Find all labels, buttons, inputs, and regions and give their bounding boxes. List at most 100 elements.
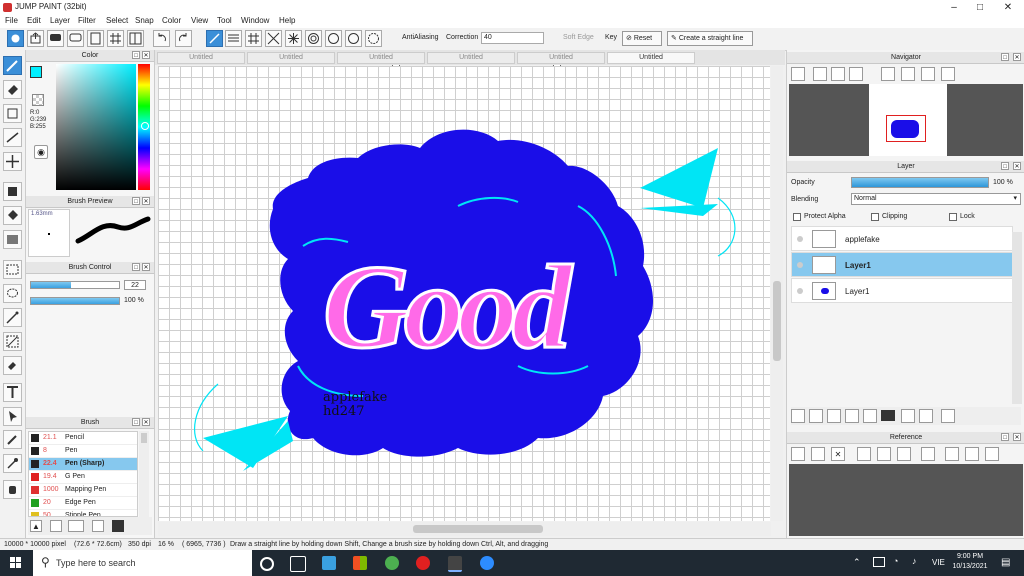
- layer-row[interactable]: Layer1: [791, 252, 1013, 277]
- chevron-up-icon[interactable]: ⌃: [853, 557, 861, 568]
- reference-view[interactable]: [789, 464, 1023, 536]
- volume-icon[interactable]: ♪: [912, 556, 917, 566]
- radial-ruler-button[interactable]: [285, 30, 302, 47]
- menu-window[interactable]: Window: [241, 16, 269, 25]
- panel-restore-icon[interactable]: □: [1001, 433, 1009, 441]
- tool-select-eraser[interactable]: [3, 356, 22, 375]
- folder-icon[interactable]: [112, 520, 124, 532]
- menu-color[interactable]: Color: [162, 16, 181, 25]
- clipping-checkbox[interactable]: [871, 213, 879, 221]
- curve-ruler-button[interactable]: [325, 30, 342, 47]
- reference-close-icon[interactable]: ✕: [831, 447, 845, 461]
- reference-zoom-out-icon[interactable]: [897, 447, 911, 461]
- main-color-swatch[interactable]: [30, 66, 42, 78]
- brush-item[interactable]: 19.4 G Pen: [29, 471, 137, 484]
- horizontal-scroll-thumb[interactable]: [413, 525, 543, 533]
- tool-bucket[interactable]: [3, 206, 22, 225]
- brush-size-value[interactable]: 22: [124, 280, 146, 290]
- add-brush-icon[interactable]: ▲: [30, 520, 42, 532]
- visibility-toggle-icon[interactable]: [797, 236, 803, 242]
- panel-restore-icon[interactable]: □: [1001, 162, 1009, 170]
- tool-operation[interactable]: [3, 407, 22, 426]
- folder-icon[interactable]: [881, 410, 895, 421]
- task-view-icon[interactable]: [290, 556, 306, 572]
- language-indicator[interactable]: VIE: [932, 558, 945, 567]
- tool-rectangle[interactable]: [3, 104, 22, 123]
- brush-settings-button[interactable]: [7, 30, 24, 47]
- halftone-layer-icon[interactable]: [863, 409, 877, 423]
- blending-select[interactable]: Normal ▾: [851, 193, 1021, 205]
- hue-handle[interactable]: [141, 122, 149, 130]
- tool-line[interactable]: [3, 128, 22, 147]
- vertical-scroll-thumb[interactable]: [773, 281, 781, 361]
- panel-restore-icon[interactable]: □: [132, 263, 140, 271]
- tab-untitled-6[interactable]: Untitled: [607, 52, 695, 64]
- color-saturation-field[interactable]: [56, 64, 136, 190]
- brush-item[interactable]: 21.1 Pencil: [29, 432, 137, 445]
- duplicate-layer-icon[interactable]: [901, 409, 915, 423]
- reference-fit-icon[interactable]: [877, 447, 891, 461]
- canvas-vertical-scrollbar[interactable]: [771, 66, 783, 521]
- menu-filter[interactable]: Filter: [78, 16, 96, 25]
- reference-folder-icon[interactable]: [811, 447, 825, 461]
- new-layer-icon[interactable]: [791, 409, 805, 423]
- reference-zoom-in-icon[interactable]: [857, 447, 871, 461]
- grid-ruler-button[interactable]: [245, 30, 262, 47]
- tab-untitled-2[interactable]: Untitled: [247, 52, 335, 64]
- store-icon[interactable]: [353, 556, 367, 570]
- protect-alpha-checkbox[interactable]: [793, 213, 801, 221]
- visibility-toggle-icon[interactable]: [797, 288, 803, 294]
- panel-close-icon[interactable]: ✕: [142, 51, 150, 59]
- clock[interactable]: 9:00 PM 10/13/2021: [950, 552, 990, 572]
- reference-eyedropper-icon[interactable]: [921, 447, 935, 461]
- layout-button[interactable]: [127, 30, 144, 47]
- tab-untitled-4[interactable]: Untitled: [427, 52, 515, 64]
- zoom-fit-icon[interactable]: [813, 67, 827, 81]
- palette-icon[interactable]: ◉: [34, 145, 48, 159]
- brush-opacity-slider[interactable]: [30, 297, 120, 305]
- rotate-right-icon[interactable]: [921, 67, 935, 81]
- tool-magic-wand[interactable]: [3, 308, 22, 327]
- lock-checkbox[interactable]: [949, 213, 957, 221]
- minimize-button[interactable]: –: [940, 0, 968, 15]
- canvas-horizontal-scrollbar[interactable]: [158, 522, 771, 536]
- tool-move[interactable]: [3, 152, 22, 171]
- panel-restore-icon[interactable]: □: [132, 51, 140, 59]
- ellipse-ruler-button[interactable]: [345, 30, 362, 47]
- brush-item[interactable]: 20 Edge Pen: [29, 497, 137, 510]
- straight-line-button[interactable]: ✎ Create a straight line: [667, 31, 753, 46]
- menu-file[interactable]: File: [5, 16, 18, 25]
- brush-item[interactable]: 1000 Mapping Pen: [29, 484, 137, 497]
- correction-input[interactable]: 40: [481, 32, 544, 44]
- navigator-preview-area[interactable]: [789, 84, 1023, 156]
- menu-tool[interactable]: Tool: [217, 16, 232, 25]
- reference-rotate-left-icon[interactable]: [945, 447, 959, 461]
- layer-list-scrollbar[interactable]: [1012, 232, 1022, 404]
- concentric-button[interactable]: [305, 30, 322, 47]
- trash-icon[interactable]: [941, 409, 955, 423]
- tool-eraser[interactable]: [3, 80, 22, 99]
- battery-icon[interactable]: [873, 557, 885, 567]
- drawing-canvas[interactable]: Good applefake hd247: [158, 66, 770, 521]
- brush-menu-icon[interactable]: [68, 520, 84, 532]
- zoom-actual-icon[interactable]: [831, 67, 845, 81]
- tool-brush[interactable]: [3, 56, 22, 75]
- tool-select-pen[interactable]: [3, 332, 22, 351]
- new-layer-8bit-icon[interactable]: [809, 409, 823, 423]
- tab-untitled-3[interactable]: Untitled: [337, 52, 425, 64]
- comment-button[interactable]: [47, 30, 64, 47]
- coccoc-icon[interactable]: [385, 556, 399, 570]
- jump-paint-task-icon[interactable]: [448, 556, 462, 572]
- flip-icon[interactable]: [941, 67, 955, 81]
- comment2-button[interactable]: [67, 30, 84, 47]
- page-button[interactable]: [87, 30, 104, 47]
- tool-eyedropper[interactable]: [3, 430, 22, 449]
- perspective-button[interactable]: [265, 30, 282, 47]
- ruler-off-button[interactable]: [206, 30, 223, 47]
- transparent-swatch[interactable]: [32, 94, 44, 106]
- menu-edit[interactable]: Edit: [27, 16, 41, 25]
- menu-view[interactable]: View: [191, 16, 208, 25]
- tool-select-rect[interactable]: [3, 260, 22, 279]
- tab-untitled-1[interactable]: Untitled: [157, 52, 245, 64]
- tool-lasso[interactable]: [3, 284, 22, 303]
